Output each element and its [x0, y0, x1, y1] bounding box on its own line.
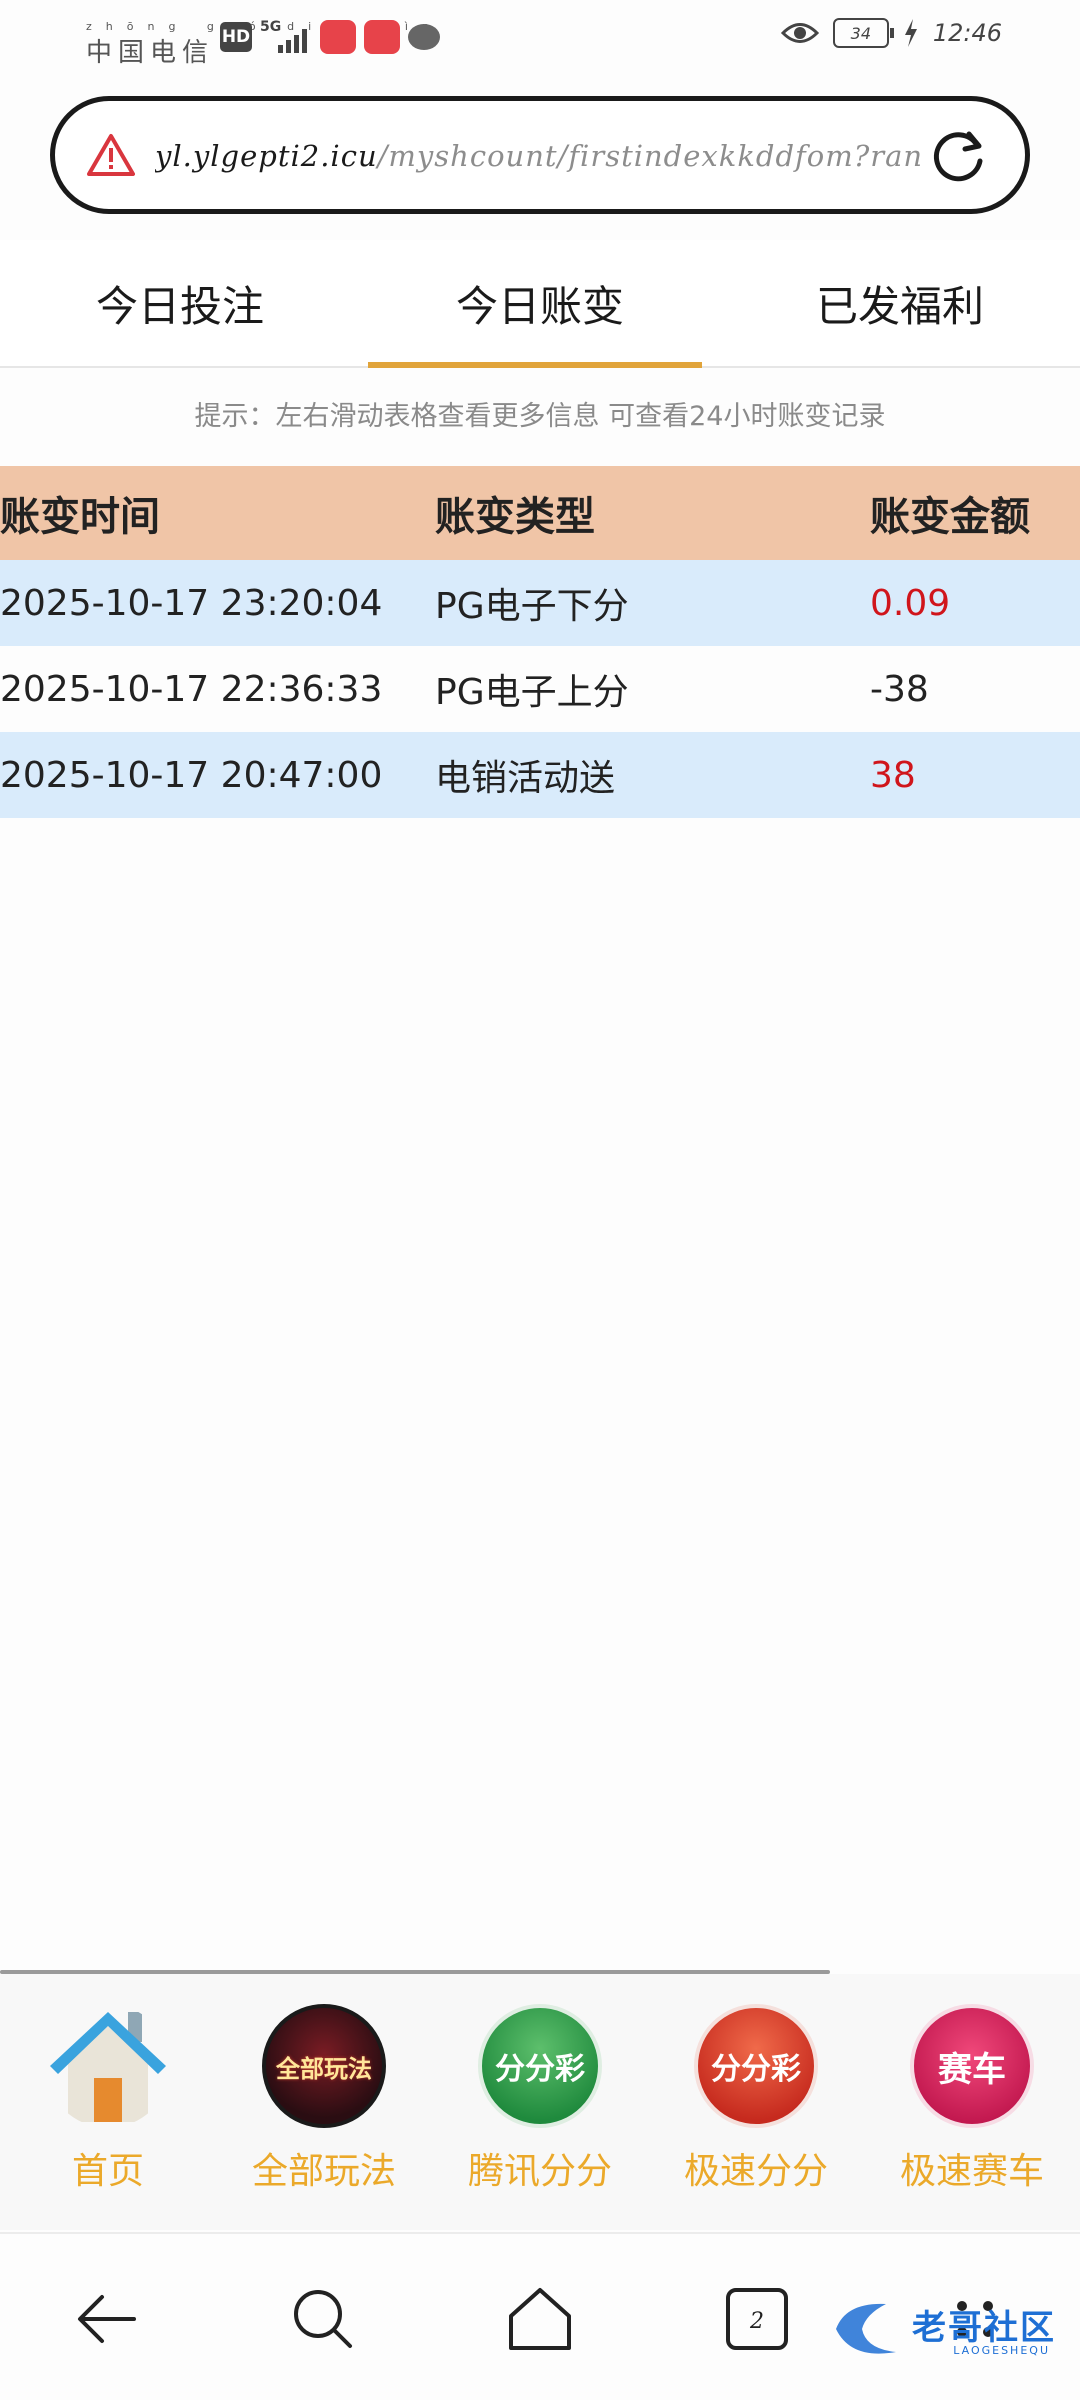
cell-type: PG电子下分	[435, 586, 629, 627]
all-games-icon: 全部玩法	[262, 2004, 386, 2128]
nav-label: 极速分分	[683, 2151, 828, 2192]
account-change-table[interactable]: 账变时间 账变类型 账变金额 2025-10-17 23:20:04 PG电子下…	[0, 466, 1080, 818]
url-text[interactable]: yl.ylgepti2.icu/myshcount/firstindexkkdd…	[155, 139, 935, 173]
cell-type: PG电子上分	[435, 672, 629, 713]
status-icons-left: HD 5G	[220, 19, 440, 54]
icon-text: 分分彩	[711, 2052, 801, 2087]
column-header-amount: 账变金额	[870, 494, 1030, 540]
nav-label: 全部玩法	[251, 2151, 396, 2192]
bottom-nav: 首页 全部玩法 全部玩法 分分彩 腾讯分分 分分彩 极速分分 赛车 极速赛车	[0, 1974, 1080, 2230]
tabs-icon[interactable]: 2	[722, 2284, 792, 2354]
clock: 12:46	[932, 19, 1002, 47]
svg-text:2: 2	[749, 2309, 764, 2334]
watermark-text: 老哥社区	[912, 2308, 1056, 2348]
signal-icon: 5G	[260, 19, 312, 53]
tab-bar: 今日投注 今日账变 已发福利	[0, 240, 1080, 368]
table-row: 2025-10-17 23:20:04 PG电子下分 0.09	[0, 560, 1080, 646]
nav-item-all-games[interactable]: 全部玩法 全部玩法	[216, 1974, 432, 2230]
status-bar: zhōng guó diàn xìn 中国电信 HD 5G 34 12:46	[0, 0, 1080, 80]
reload-icon[interactable]	[927, 125, 989, 187]
cell-amount: -38	[870, 668, 929, 710]
eye-icon	[780, 23, 819, 43]
cell-time: 2025-10-17 22:36:33	[0, 668, 383, 710]
charging-icon	[904, 19, 917, 47]
hd-badge: HD	[220, 22, 252, 52]
nav-label: 首页	[71, 2151, 144, 2192]
address-bar[interactable]: yl.ylgepti2.icu/myshcount/firstindexkkdd…	[50, 96, 1030, 214]
system-nav-bar: 2 老哥社区 LAOGESHEQU	[0, 2232, 1080, 2400]
home-nav-icon[interactable]	[505, 2284, 575, 2354]
home-icon	[50, 2012, 166, 2122]
icon-text: 分分彩	[495, 2052, 585, 2087]
app-notification-icon	[320, 20, 356, 54]
nav-item-speed-racing[interactable]: 赛车 极速赛车	[864, 1974, 1080, 2230]
nav-item-speed-ffc[interactable]: 分分彩 极速分分	[648, 1974, 864, 2230]
nav-label: 极速赛车	[899, 2151, 1044, 2192]
back-icon[interactable]	[72, 2284, 142, 2354]
speed-racing-icon: 赛车	[910, 2004, 1034, 2128]
column-header-time: 账变时间	[0, 494, 160, 540]
cell-amount: 0.09	[870, 582, 951, 624]
table-row: 2025-10-17 20:47:00 电销活动送 38	[0, 732, 1080, 818]
table-row: 2025-10-17 22:36:33 PG电子上分 -38	[0, 646, 1080, 732]
app-notification-icon	[364, 20, 400, 54]
icon-text: 全部玩法	[276, 2054, 372, 2083]
hint-text: 提示：左右滑动表格查看更多信息 可查看24小时账变记录	[194, 401, 886, 432]
url-path: /myshcount/firstindexkkddfom?ran	[377, 139, 924, 173]
warning-icon[interactable]	[87, 133, 135, 177]
tab-today-bets[interactable]: 今日投注	[0, 240, 360, 366]
icon-text: 赛车	[938, 2049, 1006, 2090]
speed-ffc-icon: 分分彩	[694, 2004, 818, 2128]
url-host: yl.ylgepti2.icu	[155, 139, 378, 173]
tencent-ffc-icon: 分分彩	[478, 2004, 602, 2128]
column-header-type: 账变类型	[435, 494, 595, 540]
cell-time: 2025-10-17 20:47:00	[0, 754, 383, 796]
status-icons-right: 34 12:46	[780, 18, 1002, 48]
cell-time: 2025-10-17 23:20:04	[0, 582, 383, 624]
search-icon[interactable]	[288, 2284, 358, 2354]
page: zhōng guó diàn xìn 中国电信 HD 5G 34 12:46 y…	[0, 0, 1080, 2400]
battery-icon: 34	[832, 18, 894, 48]
nav-item-home[interactable]: 首页	[0, 1974, 216, 2230]
nav-label: 腾讯分分	[467, 2151, 612, 2192]
table-header: 账变时间 账变类型 账变金额	[0, 466, 1080, 560]
tab-issued-benefits[interactable]: 已发福利	[720, 240, 1080, 366]
watermark-subtext: LAOGESHEQU	[953, 2344, 1050, 2357]
nav-item-tencent-ffc[interactable]: 分分彩 腾讯分分	[432, 1974, 648, 2230]
message-icon	[408, 24, 440, 50]
cell-amount: 38	[870, 754, 916, 796]
carrier-name: 中国电信	[86, 38, 215, 68]
cell-type: 电销活动送	[435, 758, 616, 799]
tab-today-account-changes[interactable]: 今日账变	[360, 240, 720, 368]
